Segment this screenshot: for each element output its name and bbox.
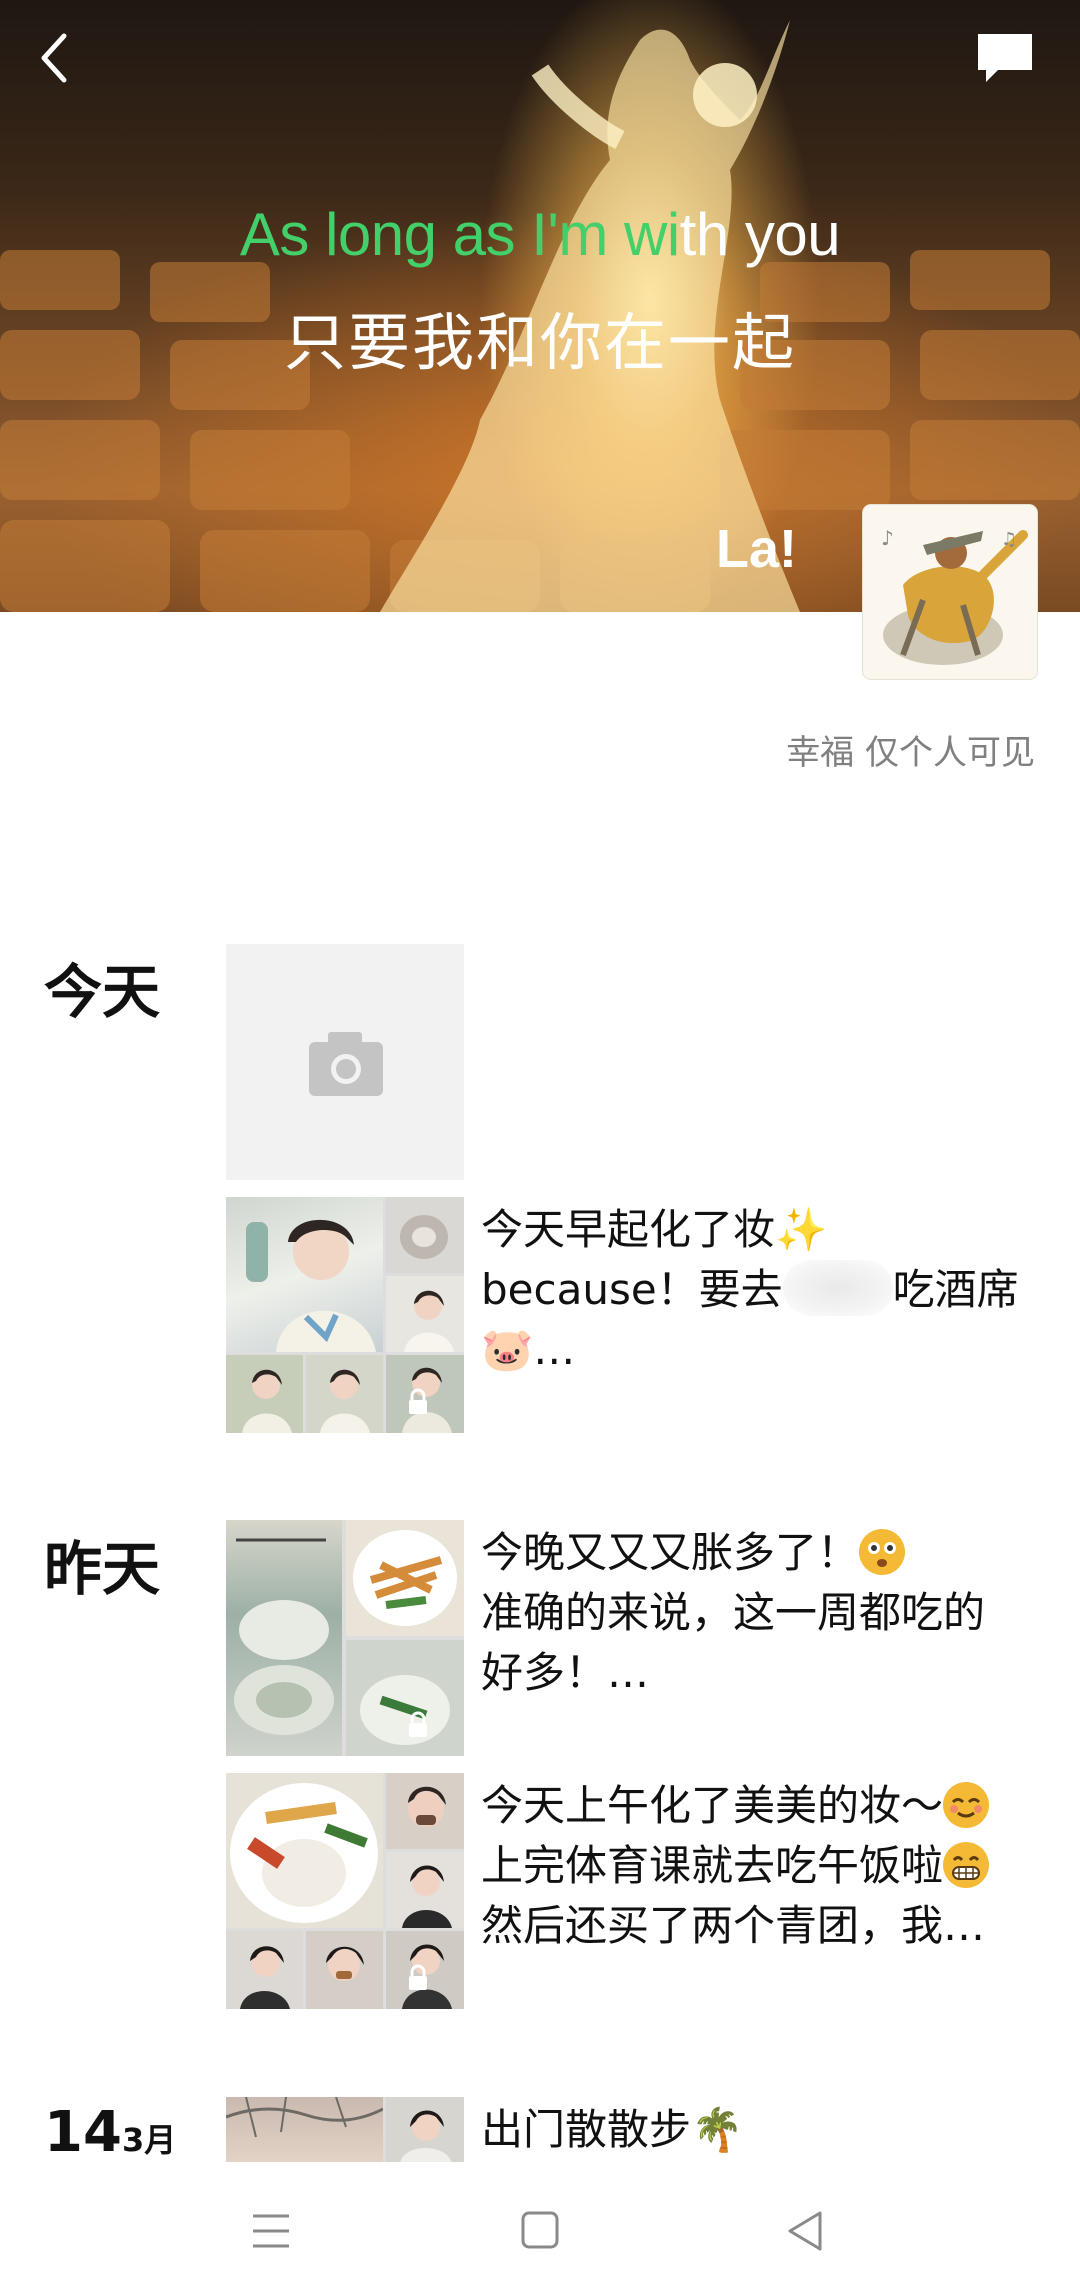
- smug-face-icon: [943, 1782, 990, 1828]
- post-thumbnail[interactable]: [226, 1773, 464, 2009]
- avatar[interactable]: ♪ ♫: [863, 505, 1037, 679]
- camera-icon: [309, 1032, 383, 1096]
- lyric-english-rest: th you: [679, 201, 841, 268]
- post-line-part: because！要去: [481, 1265, 783, 1314]
- svg-text:♫: ♫: [1001, 529, 1017, 550]
- blurred-text: [782, 1260, 893, 1316]
- post-line-part: 今晚又又又胀多了！: [481, 1528, 860, 1577]
- svg-text:♪: ♪: [881, 526, 894, 550]
- cover-overlay-text: La!: [716, 519, 797, 579]
- post-line: 今天上午化了美美的妆～: [481, 1776, 1041, 1836]
- post-line: 好多！…: [481, 1648, 650, 1697]
- post-text[interactable]: 今天早起化了妆✨ because！要去 吃酒席 🐷…: [481, 1200, 1041, 1380]
- profile-signature: 幸福 仅个人可见: [786, 733, 1035, 773]
- post-line: 然后还买了两个青团，我…: [481, 1901, 986, 1950]
- date-march-14: 143月: [44, 2100, 176, 2165]
- back-triangle-icon[interactable]: [782, 2210, 832, 2252]
- menu-icon[interactable]: [247, 2210, 297, 2252]
- comment-icon[interactable]: [972, 28, 1038, 88]
- back-icon[interactable]: [30, 28, 80, 88]
- grinning-face-icon: [943, 1842, 990, 1888]
- post-line: 出门散散步🌴: [481, 2105, 744, 2154]
- post-thumbnail[interactable]: [226, 2097, 464, 2163]
- date-day: 14: [44, 2100, 122, 2165]
- new-post-camera-button[interactable]: [226, 944, 464, 1180]
- post-text[interactable]: 今晚又又又胀多了！ 准确的来说，这一周都吃的 好多！…: [481, 1523, 1041, 1703]
- dizzy-face-icon: [859, 1529, 906, 1575]
- post-text[interactable]: 今天上午化了美美的妆～ 上完体育课就去吃午饭啦 然后还买了两个青团，我…: [481, 1776, 1041, 1956]
- post-thumbnail[interactable]: [226, 1197, 464, 1433]
- post-line: because！要去 吃酒席: [481, 1260, 1041, 1320]
- post-line-part: 今天上午化了美美的妆～: [481, 1781, 944, 1830]
- post-line: 今天早起化了妆✨: [481, 1205, 828, 1254]
- lock-icon: [409, 1388, 427, 1414]
- post-line: 今晚又又又胀多了！: [481, 1523, 1041, 1583]
- date-yesterday: 昨天: [44, 1535, 161, 1603]
- post-thumbnail[interactable]: [226, 1520, 464, 1756]
- lock-icon: [409, 1964, 427, 1990]
- lyric-english-highlight: As long as I'm wi: [239, 201, 680, 268]
- date-today: 今天: [44, 958, 161, 1026]
- post-line: 准确的来说，这一周都吃的: [481, 1588, 986, 1637]
- lyric-english: As long as I'm with you: [0, 200, 1080, 269]
- system-navigation-bar: [0, 2162, 1080, 2296]
- date-month: 3月: [121, 2121, 177, 2159]
- lock-icon: [409, 1711, 427, 1737]
- post-line-part: 上完体育课就去吃午饭啦: [481, 1841, 944, 1890]
- post-line: 上完体育课就去吃午饭啦: [481, 1836, 1041, 1896]
- post-line: 🐷…: [481, 1325, 576, 1374]
- post-line-part: 吃酒席: [892, 1265, 1019, 1314]
- post-text[interactable]: 出门散散步🌴: [481, 2100, 1041, 2160]
- home-icon[interactable]: [515, 2210, 565, 2252]
- lyric-chinese: 只要我和你在一起: [283, 306, 796, 379]
